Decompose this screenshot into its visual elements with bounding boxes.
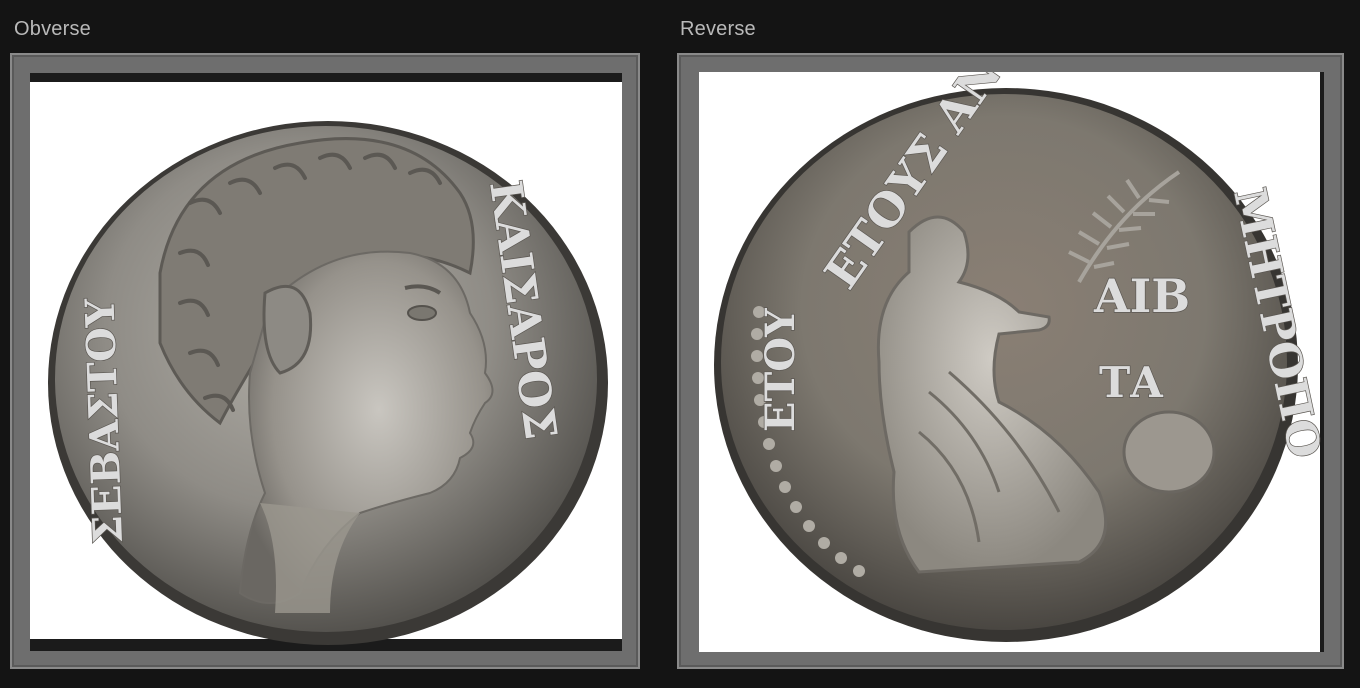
obverse-image[interactable]: ΚΑΙΣΑΡΟΣ ΣΕΒΑΣΤΟΥ [30,73,622,651]
obverse-panel: ΚΑΙΣΑΡΟΣ ΣΕΒΑΣΤΟΥ [10,53,640,669]
reverse-image[interactable]: ΕΤΟΥΣ ΑΝΤΙΟΧΕΩΝ ΜΗΤΡΟΠΟ ΑΙΒ ΤΑ ΕΤΟΥ [699,72,1324,652]
reverse-panel: ΕΤΟΥΣ ΑΝΤΙΟΧΕΩΝ ΜΗΤΡΟΠΟ ΑΙΒ ΤΑ ΕΤΟΥ [677,53,1344,669]
reverse-caption: Reverse [680,18,756,40]
obverse-caption: Obverse [14,18,91,40]
reverse-field-letters-1: ΑΙΒ [1093,269,1190,323]
eye [407,305,437,321]
obverse-legend-left: ΣΕΒΑΣΤΟΥ [76,297,132,544]
river-god [1122,410,1216,494]
reverse-field-letters-2: ΤΑ [1099,358,1164,407]
obverse-coin: ΚΑΙΣΑΡΟΣ ΣΕΒΑΣΤΟΥ [48,121,608,645]
reverse-coin: ΕΤΟΥΣ ΑΝΤΙΟΧΕΩΝ ΜΗΤΡΟΠΟ ΑΙΒ ΤΑ ΕΤΟΥ [714,72,1324,642]
reverse-left-letters: ΕΤΟΥ [757,308,804,432]
